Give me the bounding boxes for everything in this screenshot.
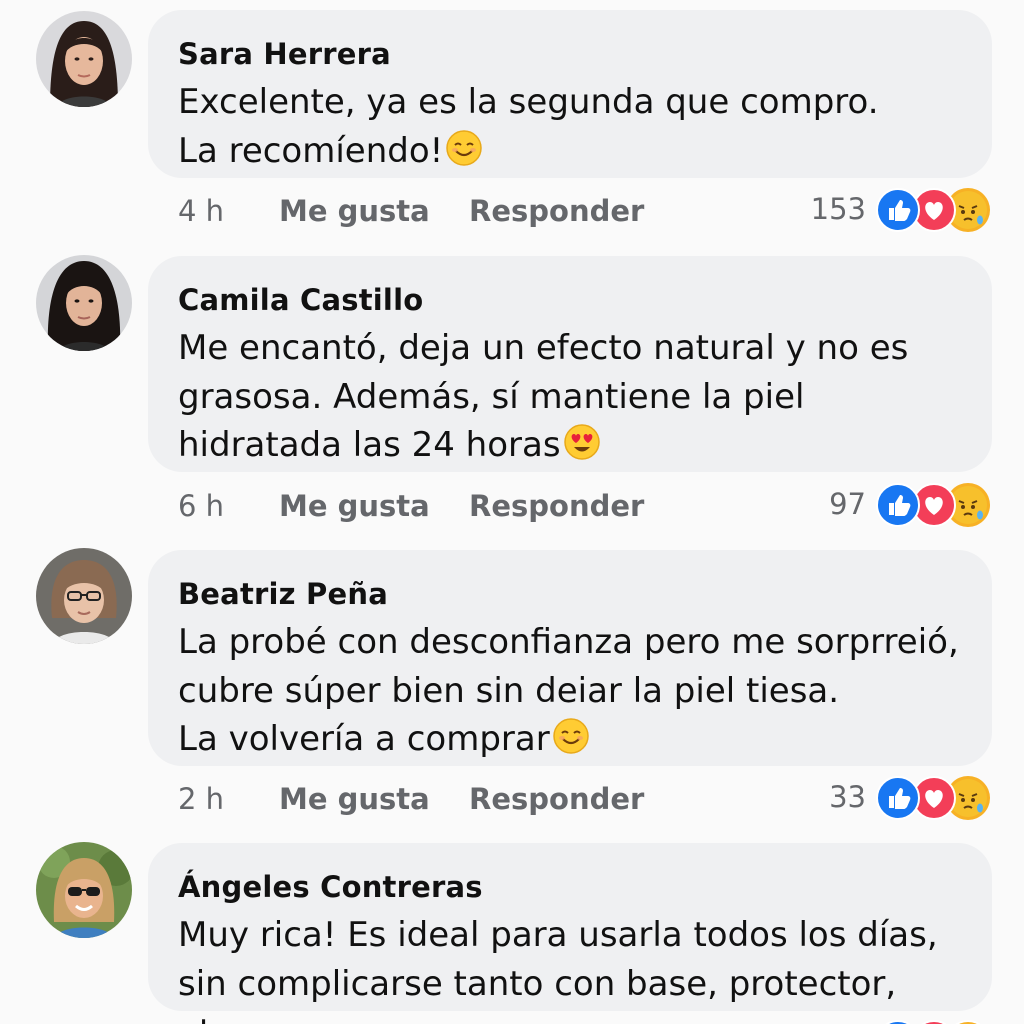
comment-timestamp[interactable]: 6 h xyxy=(178,489,224,523)
comment-actions: 2 h Me gusta Responder 33 xyxy=(178,776,990,822)
comment-actions: 4 h Me gusta Responder 153 xyxy=(178,188,990,234)
smiling-face-icon xyxy=(445,129,483,167)
reply-button[interactable]: Responder xyxy=(469,194,644,228)
comment-author[interactable]: Ángeles Contreras xyxy=(178,869,483,905)
comment-author[interactable]: Camila Castillo xyxy=(178,282,423,318)
comment-bubble: Sara Herrera Excelente, ya es la segunda… xyxy=(148,10,992,178)
comment-bubble: Beatriz Peña La probé con desconfianza p… xyxy=(148,550,992,766)
like-icon xyxy=(876,188,920,232)
avatar[interactable] xyxy=(36,842,132,938)
comment-text: Me encantó, deja un efecto natural y no … xyxy=(178,328,909,465)
avatar[interactable] xyxy=(36,11,132,107)
reply-button[interactable]: Responder xyxy=(469,489,644,523)
comment-timestamp[interactable]: 4 h xyxy=(178,194,224,228)
like-icon xyxy=(876,776,920,820)
reply-button[interactable]: Responder xyxy=(469,782,644,816)
reaction-icons xyxy=(876,776,990,820)
like-button[interactable]: Me gusta xyxy=(279,489,430,523)
comment-author[interactable]: Beatriz Peña xyxy=(178,576,388,612)
comment-text: Muy rica! Es ideal para usarla todos los… xyxy=(178,915,938,1024)
like-button[interactable]: Me gusta xyxy=(279,194,430,228)
reaction-count: 33 xyxy=(829,780,866,814)
reaction-summary[interactable] xyxy=(876,1020,990,1024)
reaction-summary[interactable]: 97 xyxy=(829,483,990,527)
like-icon xyxy=(876,1020,920,1024)
heart-eyes-face-icon xyxy=(563,423,601,461)
comment-actions: 6 h Me gusta Responder 97 xyxy=(178,483,990,529)
care-icon xyxy=(946,1020,990,1024)
comment-bubble: Camila Castillo Me encantó, deja un efec… xyxy=(148,256,992,472)
comment-timestamp[interactable]: 2 h xyxy=(178,782,224,816)
comment-text: Excelente, ya es la segunda que compro. … xyxy=(178,82,879,171)
like-icon xyxy=(876,483,920,527)
comment-text: La probé con desconfianza pero me sorprr… xyxy=(178,622,959,759)
reaction-count: 97 xyxy=(829,487,866,521)
smiling-face-icon xyxy=(552,717,590,755)
reaction-icons xyxy=(876,188,990,232)
comment-author[interactable]: Sara Herrera xyxy=(178,36,391,72)
reaction-summary[interactable]: 153 xyxy=(810,188,990,232)
reaction-summary[interactable]: 33 xyxy=(829,776,990,820)
reaction-icons xyxy=(876,483,990,527)
comment-bubble: Ángeles Contreras Muy rica! Es ideal par… xyxy=(148,843,992,1024)
like-button[interactable]: Me gusta xyxy=(279,782,430,816)
avatar[interactable] xyxy=(36,548,132,644)
comment-feed: Sara Herrera Excelente, ya es la segunda… xyxy=(0,0,1024,1024)
reaction-icons xyxy=(876,1020,990,1024)
love-icon xyxy=(912,1020,956,1024)
avatar[interactable] xyxy=(36,255,132,351)
reaction-count: 153 xyxy=(810,192,866,226)
